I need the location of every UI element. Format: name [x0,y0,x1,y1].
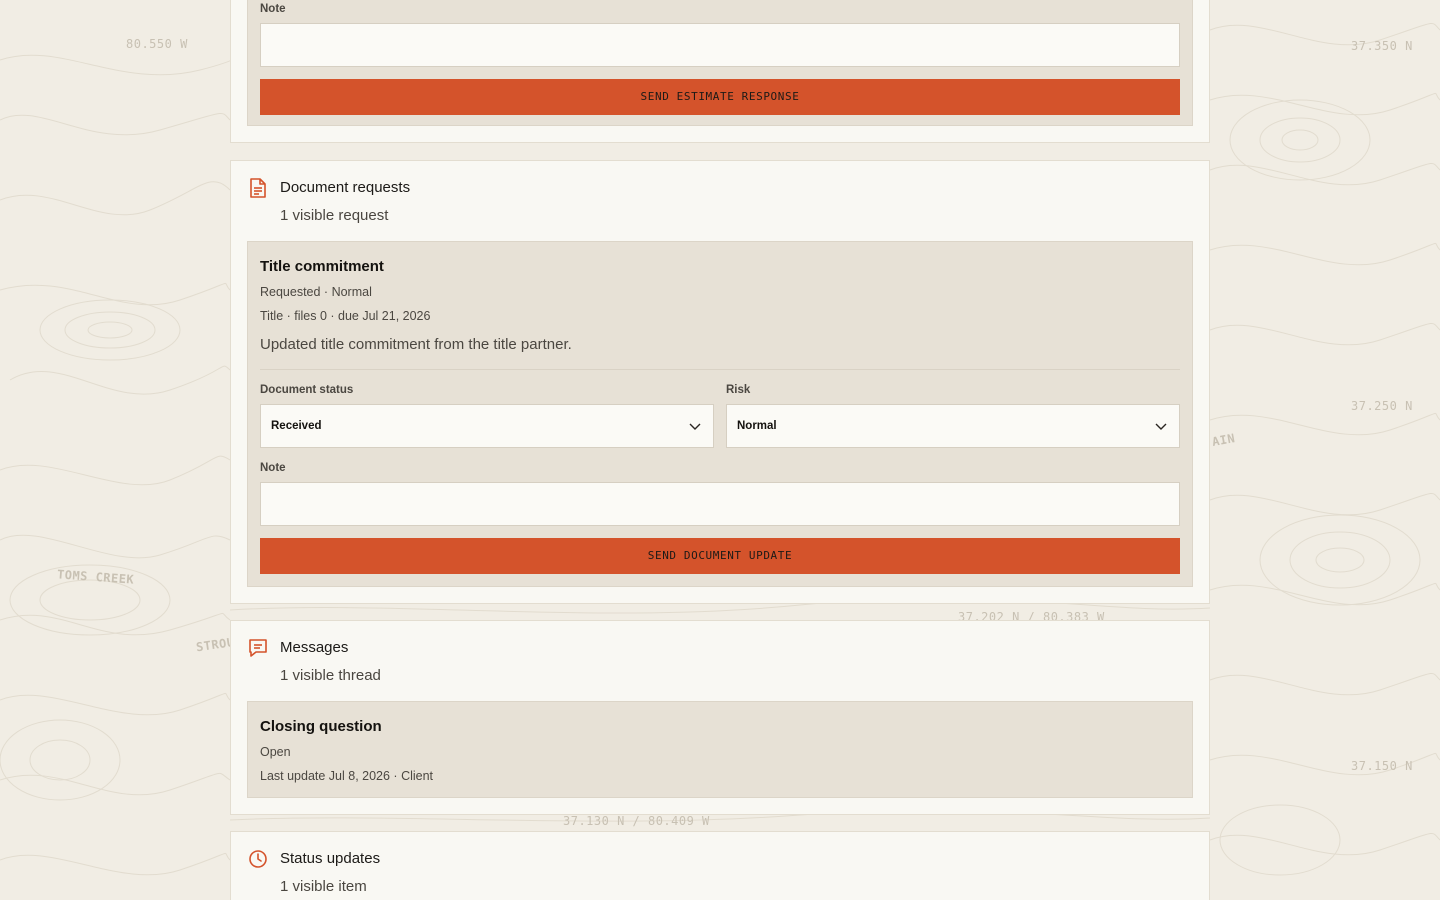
message-thread-title: Closing question [260,718,382,735]
document-requests-count: 1 visible request [280,207,389,224]
messages-title: Messages [280,639,349,656]
risk-select[interactable]: Normal [726,404,1180,448]
messages-header: Messages [248,637,348,659]
document-request-detail-line: Title · files 0 · due Jul 21, 2026 [260,309,431,323]
document-icon [250,178,266,198]
message-thread-item[interactable]: Closing question Open Last update Jul 8,… [247,701,1193,798]
map-label-latitude-3: 37.150 N [1351,759,1413,773]
document-request-title: Title commitment [260,258,384,275]
document-request-description: Updated title commitment from the title … [260,336,572,353]
estimate-panel: Note SEND ESTIMATE RESPONSE [247,0,1193,126]
document-note-label: Note [260,462,286,474]
status-updates-count: 1 visible item [280,878,367,895]
map-label-stroubles: STROUBLES [195,635,231,655]
messages-count: 1 visible thread [280,667,381,684]
status-updates-card: Status updates 1 visible item [230,831,1210,900]
map-label-toms-creek: TOMS CREEK [56,567,135,587]
estimate-note-input[interactable] [260,23,1180,67]
message-thread-status: Open [260,745,291,759]
status-updates-header: Status updates [248,848,380,870]
estimate-note-label: Note [260,3,286,15]
map-label-latitude-1: 37.350 N [1351,39,1413,53]
map-label-latitude-2: 37.250 N [1351,399,1413,413]
chevron-down-icon [689,423,701,430]
document-status-select[interactable]: Received [260,404,714,448]
document-requests-header: Document requests [248,177,410,199]
document-request-status-line: Requested · Normal [260,285,372,299]
message-thread-meta: Last update Jul 8, 2026 · Client [260,769,434,783]
divider [260,369,1180,370]
map-label-coordinates-2: 37.130 N / 80.409 W [563,814,710,828]
document-status-label: Document status [260,384,354,396]
send-document-update-button[interactable]: SEND DOCUMENT UPDATE [260,538,1180,574]
messages-card: Messages 1 visible thread Closing questi… [230,620,1210,815]
document-requests-title: Document requests [280,179,411,196]
document-note-input[interactable] [260,482,1180,526]
estimate-card: Note SEND ESTIMATE RESPONSE [230,0,1210,143]
document-requests-card: Document requests 1 visible request Titl… [230,160,1210,604]
chevron-down-icon [1155,423,1167,430]
clock-icon [249,850,267,868]
map-label-longitude: 80.550 W [126,37,188,51]
document-status-value: Received [271,420,322,432]
document-request-item: Title commitment Requested · Normal Titl… [247,241,1193,587]
message-icon [249,639,267,657]
map-label-mountain: AIN [1210,431,1237,449]
risk-value: Normal [737,420,777,432]
status-updates-title: Status updates [280,850,381,867]
risk-label: Risk [726,384,751,396]
send-estimate-response-button[interactable]: SEND ESTIMATE RESPONSE [260,79,1180,115]
